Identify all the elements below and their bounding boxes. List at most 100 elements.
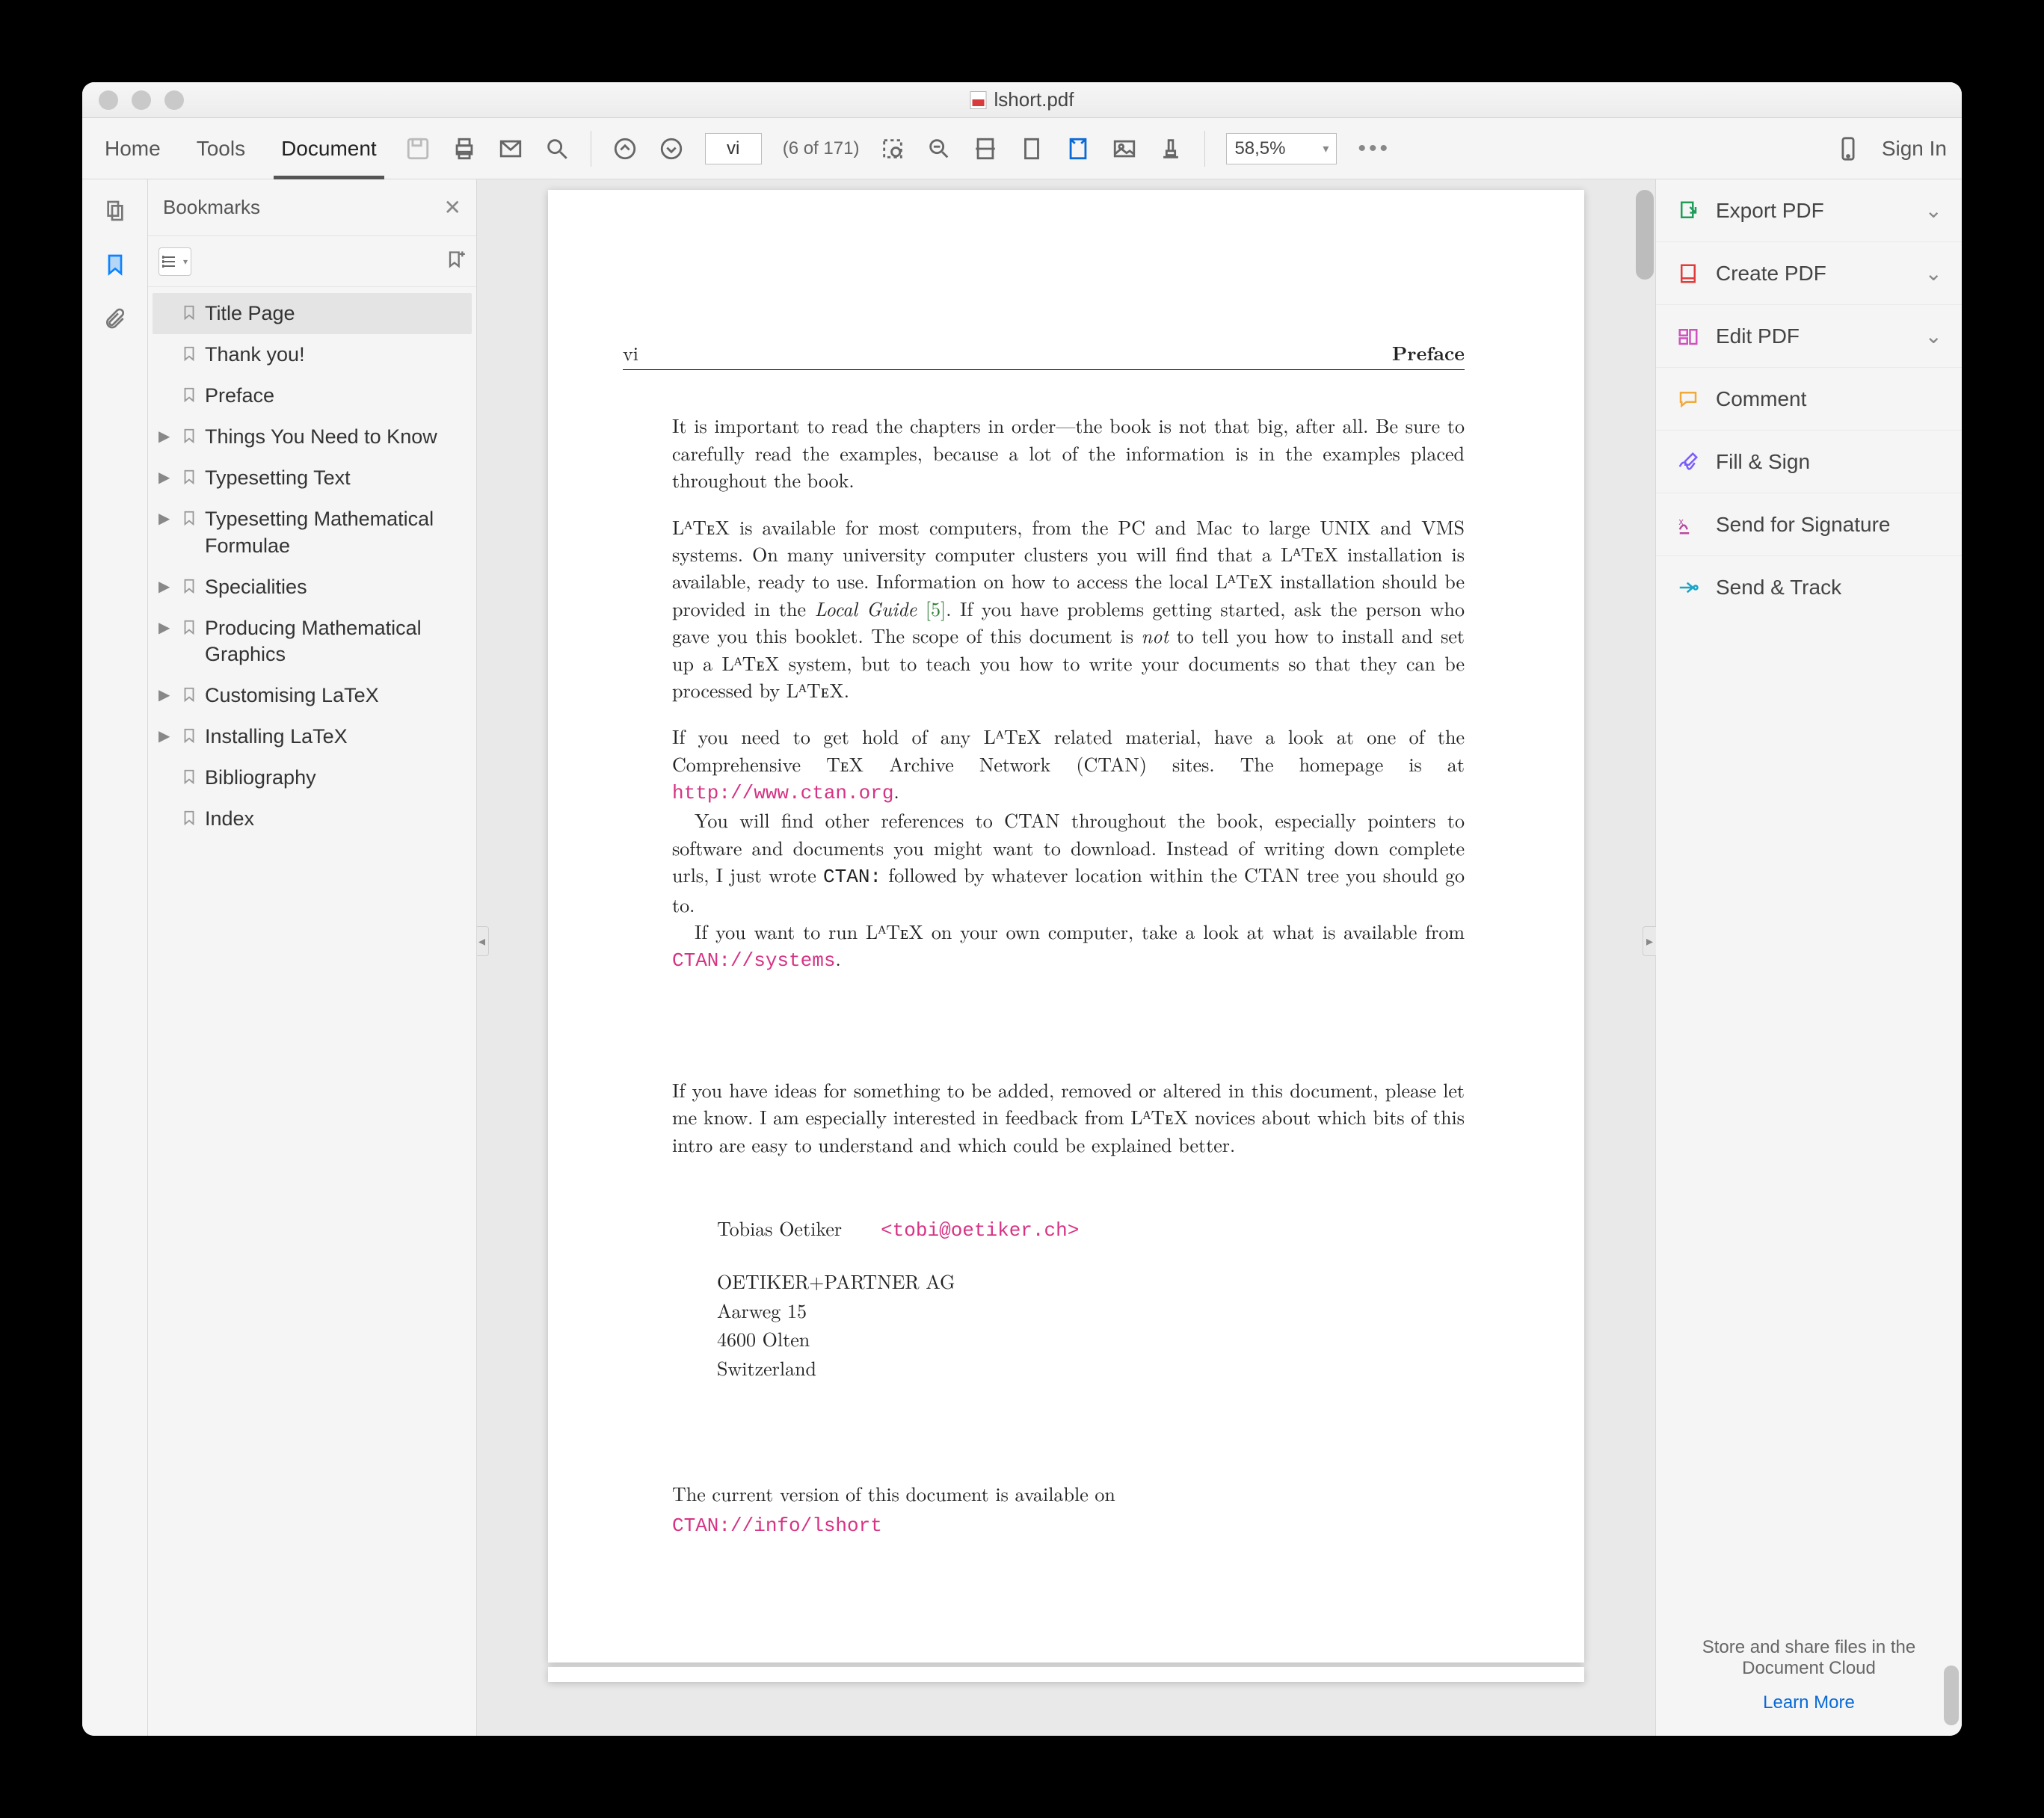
- bookmark-item[interactable]: ▶Specialities: [153, 567, 472, 608]
- mail-icon[interactable]: [498, 136, 523, 161]
- add-bookmark-icon[interactable]: [445, 250, 466, 273]
- print-icon[interactable]: [452, 136, 477, 161]
- separator: [1204, 131, 1205, 167]
- bookmark-item[interactable]: Thank you!: [153, 334, 472, 375]
- svg-text:x: x: [1679, 517, 1684, 527]
- tool-row-export-pdf[interactable]: Export PDF⌄: [1656, 179, 1962, 242]
- page-number-input[interactable]: [705, 133, 762, 164]
- chevron-down-icon: ⌄: [1925, 324, 1942, 348]
- window-zoom-button[interactable]: [164, 90, 184, 110]
- mobile-icon[interactable]: [1835, 136, 1861, 161]
- right-scrollbar[interactable]: [1944, 1666, 1959, 1725]
- send-for-signature-icon: x: [1675, 512, 1701, 537]
- collapse-right-handle[interactable]: ▸: [1643, 926, 1656, 956]
- create-pdf-icon: [1675, 261, 1701, 286]
- expand-caret-icon[interactable]: ▶: [158, 424, 173, 446]
- zoom-out-icon[interactable]: [926, 136, 952, 161]
- collapse-left-handle[interactable]: ◂: [477, 926, 489, 956]
- bookmark-item[interactable]: ▶ Typesetting Mathematical Formulae: [153, 499, 472, 566]
- tools-pane: ▸ Export PDF⌄Create PDF⌄Edit PDF⌄Comment…: [1655, 179, 1962, 1736]
- address-line: Aarweg 15: [717, 1297, 1465, 1324]
- insert-image-icon[interactable]: [1112, 136, 1137, 161]
- tool-row-create-pdf[interactable]: Create PDF⌄: [1656, 242, 1962, 305]
- stamp-icon[interactable]: [1158, 136, 1183, 161]
- bookmark-item[interactable]: Bibliography: [153, 757, 472, 798]
- fit-page-icon[interactable]: [1019, 136, 1044, 161]
- expand-caret-icon: [158, 806, 173, 809]
- edit-pdf-icon: [1675, 324, 1701, 349]
- chevron-down-icon: ⌄: [1925, 198, 1942, 223]
- attachments-icon[interactable]: [102, 305, 129, 332]
- tab-home[interactable]: Home: [97, 118, 168, 179]
- pdf-file-icon: [970, 91, 987, 109]
- bookmark-label: Bibliography: [205, 765, 466, 791]
- availability-text: The current version of this document is …: [672, 1480, 1465, 1507]
- chevron-down-icon: ⌄: [1925, 261, 1942, 286]
- expand-caret-icon[interactable]: ▶: [158, 465, 173, 487]
- page-up-icon[interactable]: [612, 136, 638, 161]
- bookmark-item[interactable]: Title Page: [153, 293, 472, 334]
- fit-width-icon[interactable]: [973, 136, 998, 161]
- bookmark-ribbon-icon: [181, 576, 197, 597]
- expand-caret-icon[interactable]: ▶: [158, 574, 173, 597]
- bookmark-label: Producing Mathematical Graphics: [205, 615, 466, 668]
- bookmark-ribbon-icon: [181, 725, 197, 746]
- bookmark-label: Thank you!: [205, 342, 466, 368]
- bookmark-item[interactable]: Preface: [153, 375, 472, 416]
- bookmark-ribbon-icon: [181, 384, 197, 405]
- tool-label: Edit PDF: [1716, 324, 1800, 348]
- address-line: Switzerland: [717, 1355, 1465, 1381]
- window-close-button[interactable]: [99, 90, 118, 110]
- sign-in-link[interactable]: Sign In: [1882, 137, 1947, 161]
- marquee-zoom-icon[interactable]: [880, 136, 905, 161]
- expand-caret-icon[interactable]: ▶: [158, 682, 173, 705]
- running-head-right: Preface: [1392, 339, 1465, 366]
- bookmark-item[interactable]: ▶Typesetting Text: [153, 457, 472, 499]
- bookmark-ribbon-icon: [181, 302, 197, 323]
- window-minimize-button[interactable]: [132, 90, 151, 110]
- bookmark-item[interactable]: ▶Customising LaTeX: [153, 675, 472, 716]
- expand-caret-icon[interactable]: ▶: [158, 724, 173, 746]
- learn-more-link[interactable]: Learn More: [1678, 1692, 1939, 1713]
- more-tools-button[interactable]: •••: [1358, 136, 1391, 161]
- tool-row-send-for-signature[interactable]: xSend for Signature: [1656, 493, 1962, 556]
- bookmarks-icon[interactable]: [102, 251, 129, 278]
- tool-label: Comment: [1716, 387, 1806, 411]
- bookmark-item[interactable]: ▶Installing LaTeX: [153, 716, 472, 757]
- tool-row-comment[interactable]: Comment: [1656, 368, 1962, 431]
- tab-document[interactable]: Document: [274, 118, 384, 179]
- export-pdf-icon: [1675, 198, 1701, 224]
- tool-row-send-track[interactable]: Send & Track: [1656, 556, 1962, 619]
- bookmark-item[interactable]: ▶ Producing Mathematical Graphics: [153, 608, 472, 675]
- document-viewport[interactable]: ◂ vi Preface It is important to read the…: [477, 179, 1655, 1736]
- running-head-left: vi: [623, 339, 638, 366]
- search-icon[interactable]: [544, 136, 570, 161]
- bookmark-ribbon-icon: [181, 425, 197, 446]
- tool-row-fill-sign[interactable]: Fill & Sign: [1656, 431, 1962, 493]
- bookmark-label: Title Page: [205, 301, 466, 327]
- bookmark-options-button[interactable]: ▾: [158, 247, 191, 276]
- expand-caret-icon[interactable]: ▶: [158, 615, 173, 638]
- paragraph: It is important to read the chapters in …: [672, 412, 1465, 493]
- expand-caret-icon[interactable]: ▶: [158, 506, 173, 529]
- page-down-icon[interactable]: [659, 136, 684, 161]
- window-title: lshort.pdf: [994, 88, 1074, 111]
- bookmark-item[interactable]: Index: [153, 798, 472, 839]
- tool-row-edit-pdf[interactable]: Edit PDF ⌄: [1656, 305, 1962, 368]
- tool-label: Fill & Sign: [1716, 450, 1810, 474]
- bookmark-label: Preface: [205, 383, 466, 409]
- bookmark-ribbon-icon: [181, 508, 197, 529]
- bookmark-ribbon-icon: [181, 617, 197, 638]
- close-panel-icon[interactable]: ✕: [444, 195, 461, 220]
- titlebar: lshort.pdf: [82, 82, 1962, 118]
- page-display-icon[interactable]: [1065, 136, 1091, 161]
- tab-tools[interactable]: Tools: [189, 118, 253, 179]
- author-name: Tobias Oetiker: [717, 1214, 842, 1242]
- bookmark-item[interactable]: ▶Things You Need to Know: [153, 416, 472, 457]
- vertical-scrollbar[interactable]: [1636, 190, 1654, 280]
- zoom-dropdown[interactable]: 58,5%▾: [1226, 133, 1337, 164]
- paragraph: LᴬTᴇX is available for most computers, f…: [672, 514, 1465, 704]
- bookmark-label: Typesetting Mathematical Formulae: [205, 506, 466, 558]
- thumbnails-icon[interactable]: [102, 197, 129, 224]
- bookmark-list: Title Page Thank you! Preface ▶Things You N…: [148, 287, 476, 1736]
